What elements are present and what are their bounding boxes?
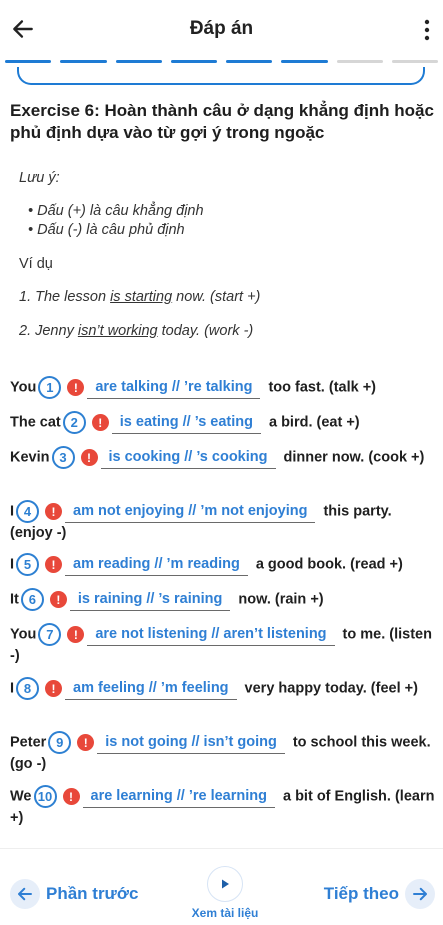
question-row: You 1! are talking // ’re talking too fast.… bbox=[10, 376, 436, 400]
exercise-section: Exercise 6: Hoàn thành câu ở dạng khẳng … bbox=[10, 100, 435, 144]
answer-field: am not enjoying // ’m not enjoying bbox=[65, 501, 316, 524]
example-pre: 1. The lesson bbox=[19, 289, 111, 305]
question-post: very happy today. (feel +) bbox=[244, 680, 418, 697]
view-document-button[interactable]: Xem tài liệu bbox=[185, 866, 265, 922]
progress-segment bbox=[170, 60, 217, 63]
example-item: 1. The lesson is starting now. (start +) bbox=[19, 289, 260, 305]
progress-segment bbox=[115, 60, 162, 63]
arrow-right-icon bbox=[405, 879, 435, 909]
progress-segment bbox=[336, 60, 383, 63]
question-pre: We bbox=[10, 788, 32, 805]
question-pre: It bbox=[10, 591, 19, 608]
exclamation-circle-icon: ! bbox=[45, 503, 63, 520]
progress-segment bbox=[281, 60, 328, 63]
progress-bar bbox=[5, 60, 438, 64]
answer-field: are not listening // aren’t listening bbox=[87, 624, 335, 647]
exclamation-circle-icon: ! bbox=[45, 680, 63, 697]
answer-field: is cooking // ’s cooking bbox=[100, 447, 276, 470]
question-number-badge: 5 bbox=[16, 553, 40, 576]
more-vertical-icon[interactable] bbox=[421, 18, 433, 42]
arrow-left-icon bbox=[10, 879, 40, 909]
question-post: a bird. (eat +) bbox=[268, 414, 360, 431]
prev-section-label: Phần trước bbox=[46, 884, 139, 903]
play-icon bbox=[207, 866, 243, 902]
question-row: I 4! am not enjoying // ’m not enjoying thi… bbox=[10, 500, 436, 543]
progress-segment bbox=[5, 60, 52, 63]
question-number-badge: 8 bbox=[16, 677, 40, 700]
question-number-badge: 6 bbox=[20, 588, 44, 611]
answer-field: are learning // ’re learning bbox=[82, 786, 275, 809]
example-item: 2. Jenny isn’t working today. (work -) bbox=[19, 323, 253, 339]
question-number-badge: 1 bbox=[38, 376, 62, 399]
note-item-text: Dấu (+) là câu khẳng định bbox=[37, 203, 204, 219]
question-number-badge: 7 bbox=[38, 623, 62, 646]
example-answer: is starting bbox=[110, 289, 173, 305]
question-row: It 6! is raining // ’s raining now. (rain +… bbox=[10, 588, 436, 612]
next-section-label: Tiếp theo bbox=[323, 884, 399, 903]
answer-field: is not going // isn’t going bbox=[97, 732, 285, 755]
exclamation-circle-icon: ! bbox=[77, 734, 95, 751]
progress-segment bbox=[226, 60, 273, 63]
example-label: Ví dụ bbox=[19, 256, 53, 272]
prev-section-button[interactable]: Phần trước bbox=[10, 879, 144, 909]
question-row: You 7! are not listening // aren’t listeni… bbox=[10, 623, 436, 666]
exclamation-circle-icon: ! bbox=[91, 414, 109, 431]
question-number-badge: 10 bbox=[33, 785, 57, 808]
question-number-badge: 2 bbox=[62, 411, 86, 434]
exclamation-circle-icon: ! bbox=[67, 379, 85, 396]
note-item: • Dấu (-) là câu phủ định bbox=[28, 222, 185, 238]
question-pre: Kevin bbox=[10, 449, 50, 466]
example-post: today. (work -) bbox=[157, 323, 254, 339]
footer-divider bbox=[0, 848, 443, 849]
question-row: I 8! am feeling // ’m feeling very happy to… bbox=[10, 677, 436, 701]
question-pre: I bbox=[10, 503, 15, 520]
collapsed-card-edge bbox=[17, 67, 425, 85]
progress-segment bbox=[60, 60, 107, 63]
question-pre: Peter bbox=[10, 734, 47, 751]
question-post: a good book. (read +) bbox=[255, 556, 403, 573]
exclamation-circle-icon: ! bbox=[45, 556, 63, 573]
exclamation-circle-icon: ! bbox=[67, 626, 85, 643]
note-item-text: Dấu (-) là câu phủ định bbox=[37, 222, 185, 238]
exclamation-circle-icon: ! bbox=[80, 449, 98, 466]
question-post: now. (rain +) bbox=[238, 591, 324, 608]
question-pre: I bbox=[10, 556, 15, 573]
answer-field: am reading // ’m reading bbox=[65, 554, 248, 577]
example-pre: 2. Jenny bbox=[19, 323, 78, 339]
question-row: Kevin 3! is cooking // ’s cooking dinner no… bbox=[10, 446, 436, 470]
exercise-title: Exercise 6: Hoàn thành câu ở dạng khẳng … bbox=[10, 101, 434, 142]
question-pre: The cat bbox=[10, 414, 61, 431]
question-number-badge: 4 bbox=[16, 500, 40, 523]
question-number-badge: 3 bbox=[51, 446, 75, 469]
question-pre: You bbox=[10, 626, 37, 643]
example-post: now. (start +) bbox=[172, 289, 261, 305]
answer-field: are talking // ’re talking bbox=[87, 377, 261, 400]
view-document-label: Xem tài liệu bbox=[191, 906, 259, 920]
answer-field: am feeling // ’m feeling bbox=[65, 678, 237, 701]
answer-field: is raining // ’s raining bbox=[69, 589, 231, 612]
question-row: The cat 2! is eating // ’s eating a bird. (… bbox=[10, 411, 436, 435]
question-post: too fast. (talk +) bbox=[268, 379, 377, 396]
exclamation-circle-icon: ! bbox=[49, 591, 67, 608]
question-pre: You bbox=[10, 379, 37, 396]
question-row: I 5! am reading // ’m reading a good book. … bbox=[10, 553, 436, 577]
note-label: Lưu ý: bbox=[19, 170, 60, 186]
question-number-badge: 9 bbox=[48, 731, 72, 754]
question-post: dinner now. (cook +) bbox=[283, 449, 425, 466]
note-item: • Dấu (+) là câu khẳng định bbox=[28, 203, 204, 219]
page-title: Đáp án bbox=[189, 18, 254, 39]
example-answer: isn’t working bbox=[77, 323, 158, 339]
question-row: We 10! are learning // ’re learning a bit o… bbox=[10, 785, 436, 828]
next-section-button[interactable]: Tiếp theo bbox=[318, 879, 435, 909]
question-row: Peter 9! is not going // isn’t going to sch… bbox=[10, 731, 436, 774]
exclamation-circle-icon: ! bbox=[62, 788, 80, 805]
progress-segment bbox=[391, 60, 438, 63]
question-pre: I bbox=[10, 680, 15, 697]
answer-field: is eating // ’s eating bbox=[111, 412, 261, 435]
app-header: Đáp án bbox=[0, 0, 443, 56]
